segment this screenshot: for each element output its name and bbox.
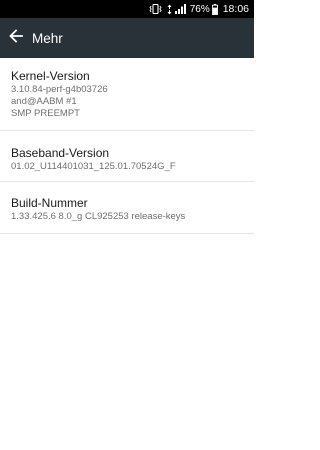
- page-title: Mehr: [32, 30, 63, 46]
- list-item-kernel-version[interactable]: Kernel-Version 3.10.84-perf-g4b03726 and…: [0, 58, 254, 131]
- list-item-build-number[interactable]: Build-Nummer 1.33.425.6 8.0_g CL925253 r…: [0, 182, 254, 234]
- list-item-baseband-version[interactable]: Baseband-Version 01.02_U114401031_125.01…: [0, 131, 254, 182]
- info-list: Kernel-Version 3.10.84-perf-g4b03726 and…: [0, 58, 254, 234]
- item-title: Baseband-Version: [11, 146, 110, 160]
- item-line: 01.02_U114401031_125.01.70524G_F: [11, 161, 176, 172]
- status-bar: 76% 18:06: [0, 0, 254, 18]
- clock: 18:06: [222, 3, 249, 15]
- back-button[interactable]: [0, 18, 32, 58]
- item-title: Build-Nummer: [11, 196, 88, 210]
- item-line: 1.33.425.6 8.0_g CL925253 release-keys: [11, 211, 186, 222]
- item-title: Kernel-Version: [11, 69, 90, 83]
- item-line: and@AABM #1: [11, 96, 77, 107]
- app-bar: Mehr: [0, 18, 254, 58]
- item-line: SMP PREEMPT: [11, 108, 80, 119]
- battery-percent: 76%: [189, 3, 210, 15]
- battery-icon: [211, 3, 218, 15]
- arrow-left-icon: [9, 28, 23, 48]
- item-line: 3.10.84-perf-g4b03726: [11, 84, 108, 95]
- vibrate-icon: [149, 4, 162, 14]
- signal-icon: [174, 4, 186, 14]
- data-arrows-icon: [167, 4, 172, 15]
